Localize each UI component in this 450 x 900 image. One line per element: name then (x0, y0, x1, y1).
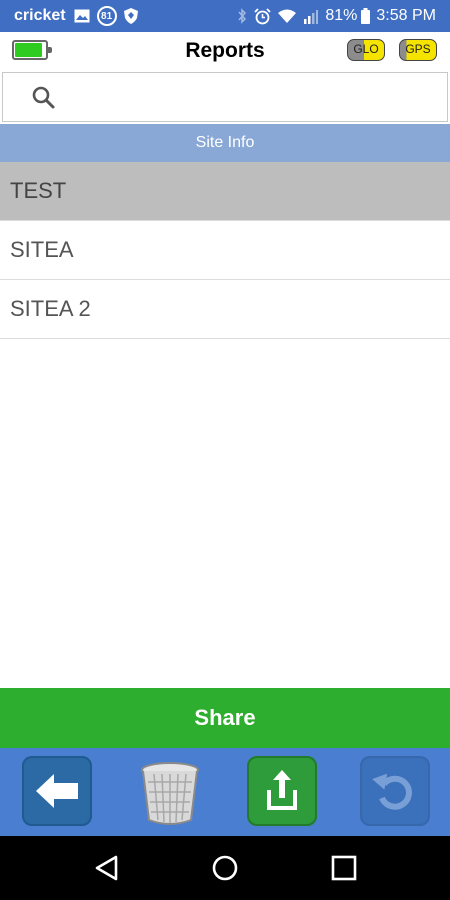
cell-signal-icon (303, 9, 319, 24)
list-item-label: SITEA 2 (10, 296, 91, 321)
home-circle-icon (212, 855, 238, 881)
bottom-toolbar (0, 748, 450, 836)
battery-icon (361, 8, 371, 24)
share-upload-icon (267, 770, 297, 810)
nav-back-button[interactable] (92, 852, 124, 884)
alarm-icon (254, 7, 272, 25)
battery-percent: 81% (325, 7, 358, 24)
undo-button[interactable] (360, 756, 430, 826)
nav-recents-button[interactable] (328, 852, 360, 884)
clock-time: 3:58 PM (376, 7, 436, 24)
list-item[interactable]: SITEA 2 (0, 280, 450, 339)
bluetooth-icon (237, 8, 247, 24)
carrier-name: cricket (14, 7, 66, 24)
search-input[interactable] (63, 79, 437, 117)
gps-label: GPS (405, 42, 431, 56)
list-item[interactable]: SITEA (0, 221, 450, 280)
export-button[interactable] (247, 756, 317, 826)
delete-button[interactable] (134, 756, 206, 826)
list-item-label: SITEA (10, 237, 74, 262)
badge-count: 81 (101, 10, 113, 22)
status-bar-left: cricket 81 (14, 0, 145, 32)
status-bar-right: 81% 3:58 PM (237, 0, 436, 32)
nav-home-button[interactable] (209, 852, 241, 884)
site-list: TEST SITEA SITEA 2 (0, 162, 450, 339)
image-notification-icon (74, 9, 90, 23)
undo-icon (372, 773, 412, 810)
wifi-icon (278, 9, 297, 23)
list-item-label: TEST (10, 178, 67, 203)
status-bar: cricket 81 81% 3:58 PM (0, 0, 450, 32)
badge-notification-icon: 81 (96, 6, 117, 26)
section-header: Site Info (0, 124, 450, 162)
search-bar[interactable] (2, 72, 448, 122)
list-item[interactable]: TEST (0, 162, 450, 221)
gps-status-button[interactable]: GPS (399, 39, 437, 61)
back-arrow-icon (36, 774, 78, 808)
glo-label: GLO (353, 42, 379, 56)
back-triangle-icon (95, 855, 118, 881)
title-bar: Reports GLO GPS (0, 32, 450, 70)
glo-status-button[interactable]: GLO (347, 39, 385, 61)
shield-icon (123, 8, 138, 24)
recents-square-icon (331, 855, 357, 881)
trash-icon (141, 762, 199, 825)
back-button[interactable] (22, 756, 92, 826)
share-button[interactable]: Share (0, 688, 450, 748)
system-nav-bar (0, 836, 450, 900)
search-icon (31, 85, 57, 116)
